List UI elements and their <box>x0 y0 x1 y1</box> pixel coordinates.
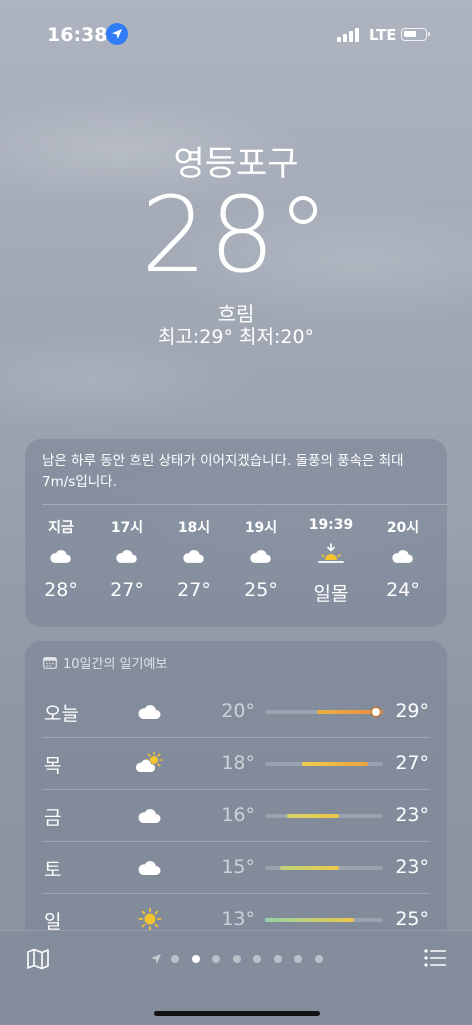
hourly-item: 지금 28° <box>31 517 91 601</box>
day-label: 금 <box>44 807 62 829</box>
hourly-item: 18시 27° <box>164 517 224 601</box>
page-dot[interactable] <box>171 955 179 963</box>
sun-icon <box>133 905 167 933</box>
hour-temperature: 24° <box>386 579 420 601</box>
low-temperature: 20° <box>221 700 255 722</box>
divider <box>42 737 430 738</box>
daily-row[interactable]: 목 18° 27° <box>25 737 447 789</box>
divider <box>42 893 430 894</box>
cloud-icon <box>373 537 433 573</box>
high-temperature: 23° <box>395 804 429 826</box>
hour-temperature: 25° <box>244 579 278 601</box>
divider <box>42 789 430 790</box>
location-arrow-icon <box>151 954 161 964</box>
low-temperature: 15° <box>221 856 255 878</box>
hour-temperature: 28° <box>44 579 78 601</box>
status-bar: 16:38 LTE <box>0 22 472 50</box>
bottom-toolbar <box>0 930 472 1025</box>
divider <box>42 841 430 842</box>
status-time: 16:38 <box>47 24 108 46</box>
battery-icon <box>401 28 430 41</box>
temperature-range-fill <box>279 866 339 870</box>
page-dot[interactable] <box>253 955 261 963</box>
cloud-icon <box>231 537 291 573</box>
sunset-icon <box>301 537 361 573</box>
cloud-icon <box>133 697 167 725</box>
hour-temperature: 27° <box>110 579 144 601</box>
temperature-range-bar <box>265 866 383 870</box>
page-dot[interactable] <box>191 955 200 963</box>
daily-row[interactable]: 토 15° 23° <box>25 841 447 893</box>
hourly-item: 17시 27° <box>97 517 157 601</box>
forecast-summary: 남은 하루 동안 흐린 상태가 이어지겠습니다. 돌풍의 풍속은 최대 7m/s… <box>42 453 404 490</box>
temperature-range-fill <box>265 918 354 922</box>
temperature-range-fill <box>287 814 339 818</box>
calendar-icon <box>43 657 57 669</box>
cloud-icon <box>164 537 224 573</box>
high-temperature: 23° <box>395 856 429 878</box>
cloud-icon <box>133 853 167 881</box>
day-label: 목 <box>44 755 62 777</box>
partly-sunny-icon <box>133 749 167 777</box>
daily-header: 10일간의 일기예보 <box>43 653 167 672</box>
divider <box>42 504 447 505</box>
high-temperature: 29° <box>395 700 429 722</box>
page-dot[interactable] <box>232 955 241 963</box>
daily-row[interactable]: 금 16° 23° <box>25 789 447 841</box>
list-icon[interactable] <box>424 949 446 971</box>
hourly-item: 20시 24° <box>373 517 433 601</box>
network-type: LTE <box>369 26 397 44</box>
high-temperature: 27° <box>395 752 429 774</box>
current-temp-marker <box>371 708 380 716</box>
hour-label: 18시 <box>177 520 211 536</box>
daily-forecast-card[interactable]: 10일간의 일기예보 오늘 20° 29° 목 18° 27° 금 16° 23° 토 15° 23°… <box>25 641 447 961</box>
low-temperature: 13° <box>221 908 255 930</box>
daily-header-label: 10일간의 일기예보 <box>63 657 168 672</box>
current-temperature: 28° <box>140 174 332 296</box>
hour-label: 20시 <box>386 520 420 536</box>
page-dot[interactable] <box>314 955 323 963</box>
page-dot[interactable] <box>273 955 282 963</box>
cloud-icon <box>31 537 91 573</box>
home-indicator[interactable] <box>154 1011 320 1016</box>
signal-icon <box>337 28 361 42</box>
temperature-range-fill <box>301 762 369 766</box>
hour-temperature: 27° <box>177 579 211 601</box>
hourly-forecast-card[interactable]: 남은 하루 동안 흐린 상태가 이어지겠습니다. 돌풍의 풍속은 최대 7m/s… <box>25 439 447 627</box>
temperature-range-bar <box>265 762 383 766</box>
temperature-range-bar <box>265 708 383 716</box>
cloud-icon <box>133 801 167 829</box>
hourly-item: 19:39 일몰 <box>301 517 361 606</box>
daily-row[interactable]: 오늘 20° 29° <box>25 685 447 737</box>
hour-label: 17시 <box>110 520 144 536</box>
day-label: 오늘 <box>44 703 79 725</box>
hourly-item: 19시 25° <box>231 517 291 601</box>
hour-label: 19:39 <box>308 517 354 533</box>
page-dot[interactable] <box>294 955 302 963</box>
hour-temperature: 일몰 <box>313 583 349 605</box>
temperature-range-bar <box>265 814 383 818</box>
high-low-temperature: 최고:29° 최저:20° <box>157 326 315 348</box>
hour-label: 지금 <box>48 520 74 536</box>
hourly-list[interactable]: 지금 28° 17시 27° 18시 27° 19시 25° 19:39 일몰 20시 24° <box>25 517 447 617</box>
day-label: 토 <box>44 859 62 881</box>
low-temperature: 16° <box>221 804 255 826</box>
hour-label: 19시 <box>244 520 278 536</box>
cloud-icon <box>97 537 157 573</box>
page-indicator[interactable] <box>150 952 335 966</box>
high-temperature: 25° <box>395 908 429 930</box>
low-temperature: 18° <box>221 752 255 774</box>
page-dot[interactable] <box>212 955 220 963</box>
temperature-range-bar <box>265 918 383 922</box>
location-arrow-icon <box>106 23 128 45</box>
map-icon[interactable] <box>26 948 50 974</box>
